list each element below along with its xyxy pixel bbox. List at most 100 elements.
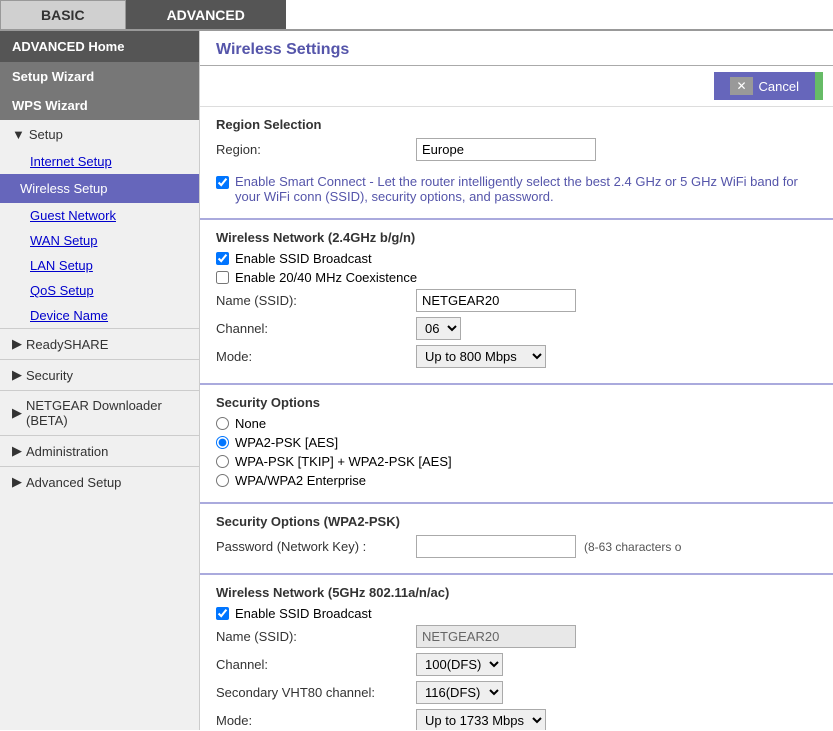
wireless-5g-title: Wireless Network (5GHz 802.11a/n/ac) — [216, 585, 817, 600]
sidebar-item-device-name[interactable]: Device Name — [0, 303, 199, 328]
arrow-right-icon-3: ▶ — [12, 405, 22, 421]
mode-5g-row: Mode: Up to 54 Mbps Up to 300 Mbps Up to… — [216, 709, 817, 730]
secondary-vht80-row: Secondary VHT80 channel: 116(DFS)120(DFS… — [216, 681, 817, 704]
sidebar-item-netgear-downloader[interactable]: ▶ NETGEAR Downloader (BETA) — [0, 390, 199, 435]
arrow-down-icon: ▼ — [12, 127, 25, 142]
page-title: Wireless Settings — [200, 31, 833, 66]
wpa2-title: Security Options (WPA2-PSK) — [216, 514, 817, 529]
ssid-24-value — [416, 289, 576, 312]
ssid-broadcast-5g-checkbox[interactable] — [216, 607, 229, 620]
password-value: (8-63 characters o — [416, 535, 681, 558]
ssid-24-input[interactable] — [416, 289, 576, 312]
channel-5g-row: Channel: 36404448 100(DFS)104(DFS)108(DF… — [216, 653, 817, 676]
ssid-5g-row: Name (SSID): — [216, 625, 817, 648]
channel-5g-select[interactable]: 36404448 100(DFS)104(DFS)108(DFS) 112(DF… — [416, 653, 503, 676]
security-none-label: None — [235, 416, 266, 431]
arrow-right-icon-2: ▶ — [12, 367, 22, 383]
ssid-broadcast-5g-row: Enable SSID Broadcast — [216, 606, 817, 621]
secondary-vht80-label: Secondary VHT80 channel: — [216, 685, 416, 700]
ssid-24-row: Name (SSID): — [216, 289, 817, 312]
password-input[interactable] — [416, 535, 576, 558]
security-enterprise-label: WPA/WPA2 Enterprise — [235, 473, 366, 488]
security-wpa-wpa2-radio[interactable] — [216, 455, 229, 468]
sidebar-item-lan-setup[interactable]: LAN Setup — [0, 253, 199, 278]
mode-5g-select[interactable]: Up to 54 Mbps Up to 300 Mbps Up to 800 M… — [416, 709, 546, 730]
mode-24-label: Mode: — [216, 349, 416, 364]
secondary-vht80-select[interactable]: 116(DFS)120(DFS)124(DFS)128(DFS) — [416, 681, 503, 704]
mode-24-row: Mode: Up to 54 Mbps Up to 300 Mbps Up to… — [216, 345, 817, 368]
region-label: Region: — [216, 142, 416, 157]
region-input[interactable] — [416, 138, 596, 161]
mode-24-select[interactable]: Up to 54 Mbps Up to 300 Mbps Up to 800 M… — [416, 345, 546, 368]
security-none-row: None — [216, 416, 817, 431]
security-wpa2-radio[interactable] — [216, 436, 229, 449]
ssid-broadcast-24-checkbox[interactable] — [216, 252, 229, 265]
cancel-button[interactable]: ✕ Cancel — [714, 72, 815, 100]
password-hint: (8-63 characters o — [584, 540, 681, 554]
cancel-x-icon: ✕ — [730, 77, 752, 95]
security-enterprise-radio[interactable] — [216, 474, 229, 487]
sidebar-item-administration[interactable]: ▶ Administration — [0, 435, 199, 466]
coexistence-label: Enable 20/40 MHz Coexistence — [235, 270, 417, 285]
ssid-5g-label: Name (SSID): — [216, 629, 416, 644]
security-wpa2-label: WPA2-PSK [AES] — [235, 435, 338, 450]
sidebar-item-qos-setup[interactable]: QoS Setup — [0, 278, 199, 303]
sidebar-item-wireless-setup[interactable]: Wireless Setup — [0, 174, 199, 203]
sidebar-item-advanced-setup[interactable]: ▶ Advanced Setup — [0, 466, 199, 497]
mode-5g-label: Mode: — [216, 713, 416, 728]
ssid-5g-value — [416, 625, 576, 648]
sidebar-item-wps-wizard[interactable]: WPS Wizard — [0, 91, 199, 120]
tab-advanced[interactable]: ADVANCED — [126, 0, 286, 29]
password-row: Password (Network Key) : (8-63 character… — [216, 535, 817, 558]
mode-5g-value: Up to 54 Mbps Up to 300 Mbps Up to 800 M… — [416, 709, 546, 730]
security-wpa-wpa2-label: WPA-PSK [TKIP] + WPA2-PSK [AES] — [235, 454, 452, 469]
sidebar-item-advanced-home[interactable]: ADVANCED Home — [0, 31, 199, 62]
sidebar-item-readyshare[interactable]: ▶ ReadySHARE — [0, 328, 199, 359]
main-layout: ADVANCED Home Setup Wizard WPS Wizard ▼ … — [0, 31, 833, 730]
security-wpa-wpa2-row: WPA-PSK [TKIP] + WPA2-PSK [AES] — [216, 454, 817, 469]
channel-24-value: 0102030405 060708091011 — [416, 317, 461, 340]
content-area: Wireless Settings ✕ Cancel Region Select… — [200, 31, 833, 730]
tab-bar: BASIC ADVANCED — [0, 0, 833, 31]
channel-24-label: Channel: — [216, 321, 416, 336]
security-enterprise-row: WPA/WPA2 Enterprise — [216, 473, 817, 488]
region-section: Region Selection Region: Enable Smart Co… — [200, 107, 833, 220]
arrow-right-icon-5: ▶ — [12, 474, 22, 490]
ssid-broadcast-5g-label: Enable SSID Broadcast — [235, 606, 372, 621]
channel-24-select[interactable]: 0102030405 060708091011 — [416, 317, 461, 340]
sidebar-item-security[interactable]: ▶ Security — [0, 359, 199, 390]
coexistence-checkbox[interactable] — [216, 271, 229, 284]
wireless-24-section: Wireless Network (2.4GHz b/g/n) Enable S… — [200, 220, 833, 385]
mode-24-value: Up to 54 Mbps Up to 300 Mbps Up to 800 M… — [416, 345, 546, 368]
sidebar-item-guest-network[interactable]: Guest Network — [0, 203, 199, 228]
ssid-broadcast-24-row: Enable SSID Broadcast — [216, 251, 817, 266]
security-24-title: Security Options — [216, 395, 817, 410]
security-wpa2-row: WPA2-PSK [AES] — [216, 435, 817, 450]
sidebar-section-setup: ▼ Setup — [0, 120, 199, 149]
wireless-5g-section: Wireless Network (5GHz 802.11a/n/ac) Ena… — [200, 575, 833, 730]
region-field-row: Region: — [216, 138, 817, 161]
security-24-section: Security Options None WPA2-PSK [AES] WPA… — [200, 385, 833, 504]
ssid-5g-input[interactable] — [416, 625, 576, 648]
smart-connect-text: Enable Smart Connect - Let the router in… — [235, 174, 817, 204]
wpa2-section: Security Options (WPA2-PSK) Password (Ne… — [200, 504, 833, 575]
cancel-bar: ✕ Cancel — [200, 66, 833, 107]
arrow-right-icon: ▶ — [12, 336, 22, 352]
tab-basic[interactable]: BASIC — [0, 0, 126, 29]
sidebar: ADVANCED Home Setup Wizard WPS Wizard ▼ … — [0, 31, 200, 730]
password-label: Password (Network Key) : — [216, 539, 416, 554]
smart-connect-checkbox[interactable] — [216, 176, 229, 189]
sidebar-item-wan-setup[interactable]: WAN Setup — [0, 228, 199, 253]
channel-5g-value: 36404448 100(DFS)104(DFS)108(DFS) 112(DF… — [416, 653, 503, 676]
security-none-radio[interactable] — [216, 417, 229, 430]
channel-24-row: Channel: 0102030405 060708091011 — [216, 317, 817, 340]
smart-connect-row: Enable Smart Connect - Let the router in… — [216, 166, 817, 208]
region-section-title: Region Selection — [216, 117, 817, 132]
region-value — [416, 138, 596, 161]
ssid-24-label: Name (SSID): — [216, 293, 416, 308]
sidebar-item-setup-wizard[interactable]: Setup Wizard — [0, 62, 199, 91]
sidebar-item-internet-setup[interactable]: Internet Setup — [0, 149, 199, 174]
arrow-right-icon-4: ▶ — [12, 443, 22, 459]
secondary-vht80-value: 116(DFS)120(DFS)124(DFS)128(DFS) — [416, 681, 503, 704]
channel-5g-label: Channel: — [216, 657, 416, 672]
